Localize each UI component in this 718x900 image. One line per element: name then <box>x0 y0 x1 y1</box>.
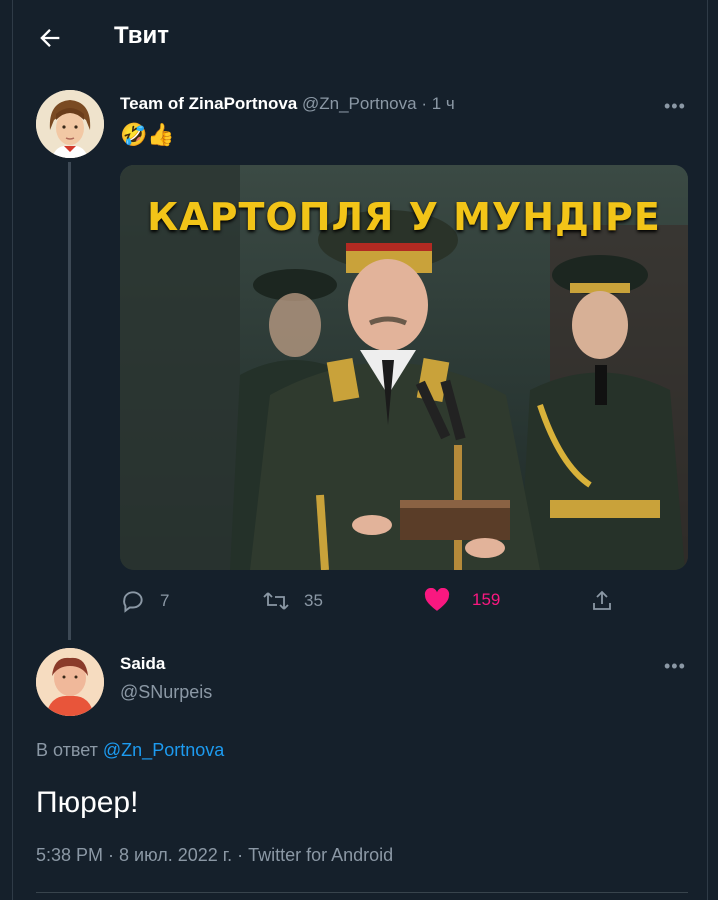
share-icon <box>593 590 611 610</box>
tweet-image[interactable]: КАРТОПЛЯ У МУНДІРЕ <box>120 165 688 570</box>
replying-to: В ответ @Zn_Portnova <box>36 740 224 761</box>
retweet-button[interactable]: 35 <box>262 588 323 614</box>
replying-to-link[interactable]: @Zn_Portnova <box>103 740 224 760</box>
retweet-icon <box>263 592 289 610</box>
divider <box>36 892 688 893</box>
avatar[interactable] <box>36 90 104 158</box>
reply-count: 7 <box>160 591 170 610</box>
reply-button[interactable]: 7 <box>120 588 169 614</box>
replying-prefix: В ответ <box>36 740 98 760</box>
page-title: Твит <box>114 22 170 49</box>
page-header: Твит <box>0 0 718 76</box>
arrow-left-icon[interactable] <box>36 24 64 52</box>
tweet-text: 🤣👍 <box>120 122 175 147</box>
avatar-portrait-icon <box>36 648 104 716</box>
heart-icon <box>424 588 450 611</box>
author-handle[interactable]: @Zn_Portnova <box>302 94 417 113</box>
more-horizontal-icon[interactable]: ••• <box>664 96 686 117</box>
reply-icon <box>123 591 143 613</box>
image-caption: КАРТОПЛЯ У МУНДІРЕ <box>147 195 661 239</box>
like-button[interactable]: 159 <box>424 588 500 612</box>
tweet-time[interactable]: · 1 ч <box>421 94 454 113</box>
reply-author-name[interactable]: Saida <box>120 654 165 674</box>
avatar[interactable] <box>36 648 104 716</box>
share-button[interactable] <box>590 588 614 614</box>
reply-text: Пюрер! <box>36 786 139 819</box>
thread-line <box>68 162 71 640</box>
tweet-actions: 7 35 159 <box>120 584 688 620</box>
reply-author-handle[interactable]: @SNurpeis <box>120 682 212 703</box>
reply-meta: 5:38 PM · 8 июл. 2022 г. · Twitter for A… <box>36 845 394 865</box>
retweet-count: 35 <box>304 591 323 610</box>
like-count: 159 <box>472 590 501 609</box>
author-name[interactable]: Team of ZinaPortnova <box>120 94 297 113</box>
tweet-author: Team of ZinaPortnova @Zn_Portnova · 1 ч <box>120 94 455 114</box>
more-horizontal-icon[interactable]: ••• <box>664 656 686 677</box>
avatar-portrait-icon <box>36 90 104 158</box>
